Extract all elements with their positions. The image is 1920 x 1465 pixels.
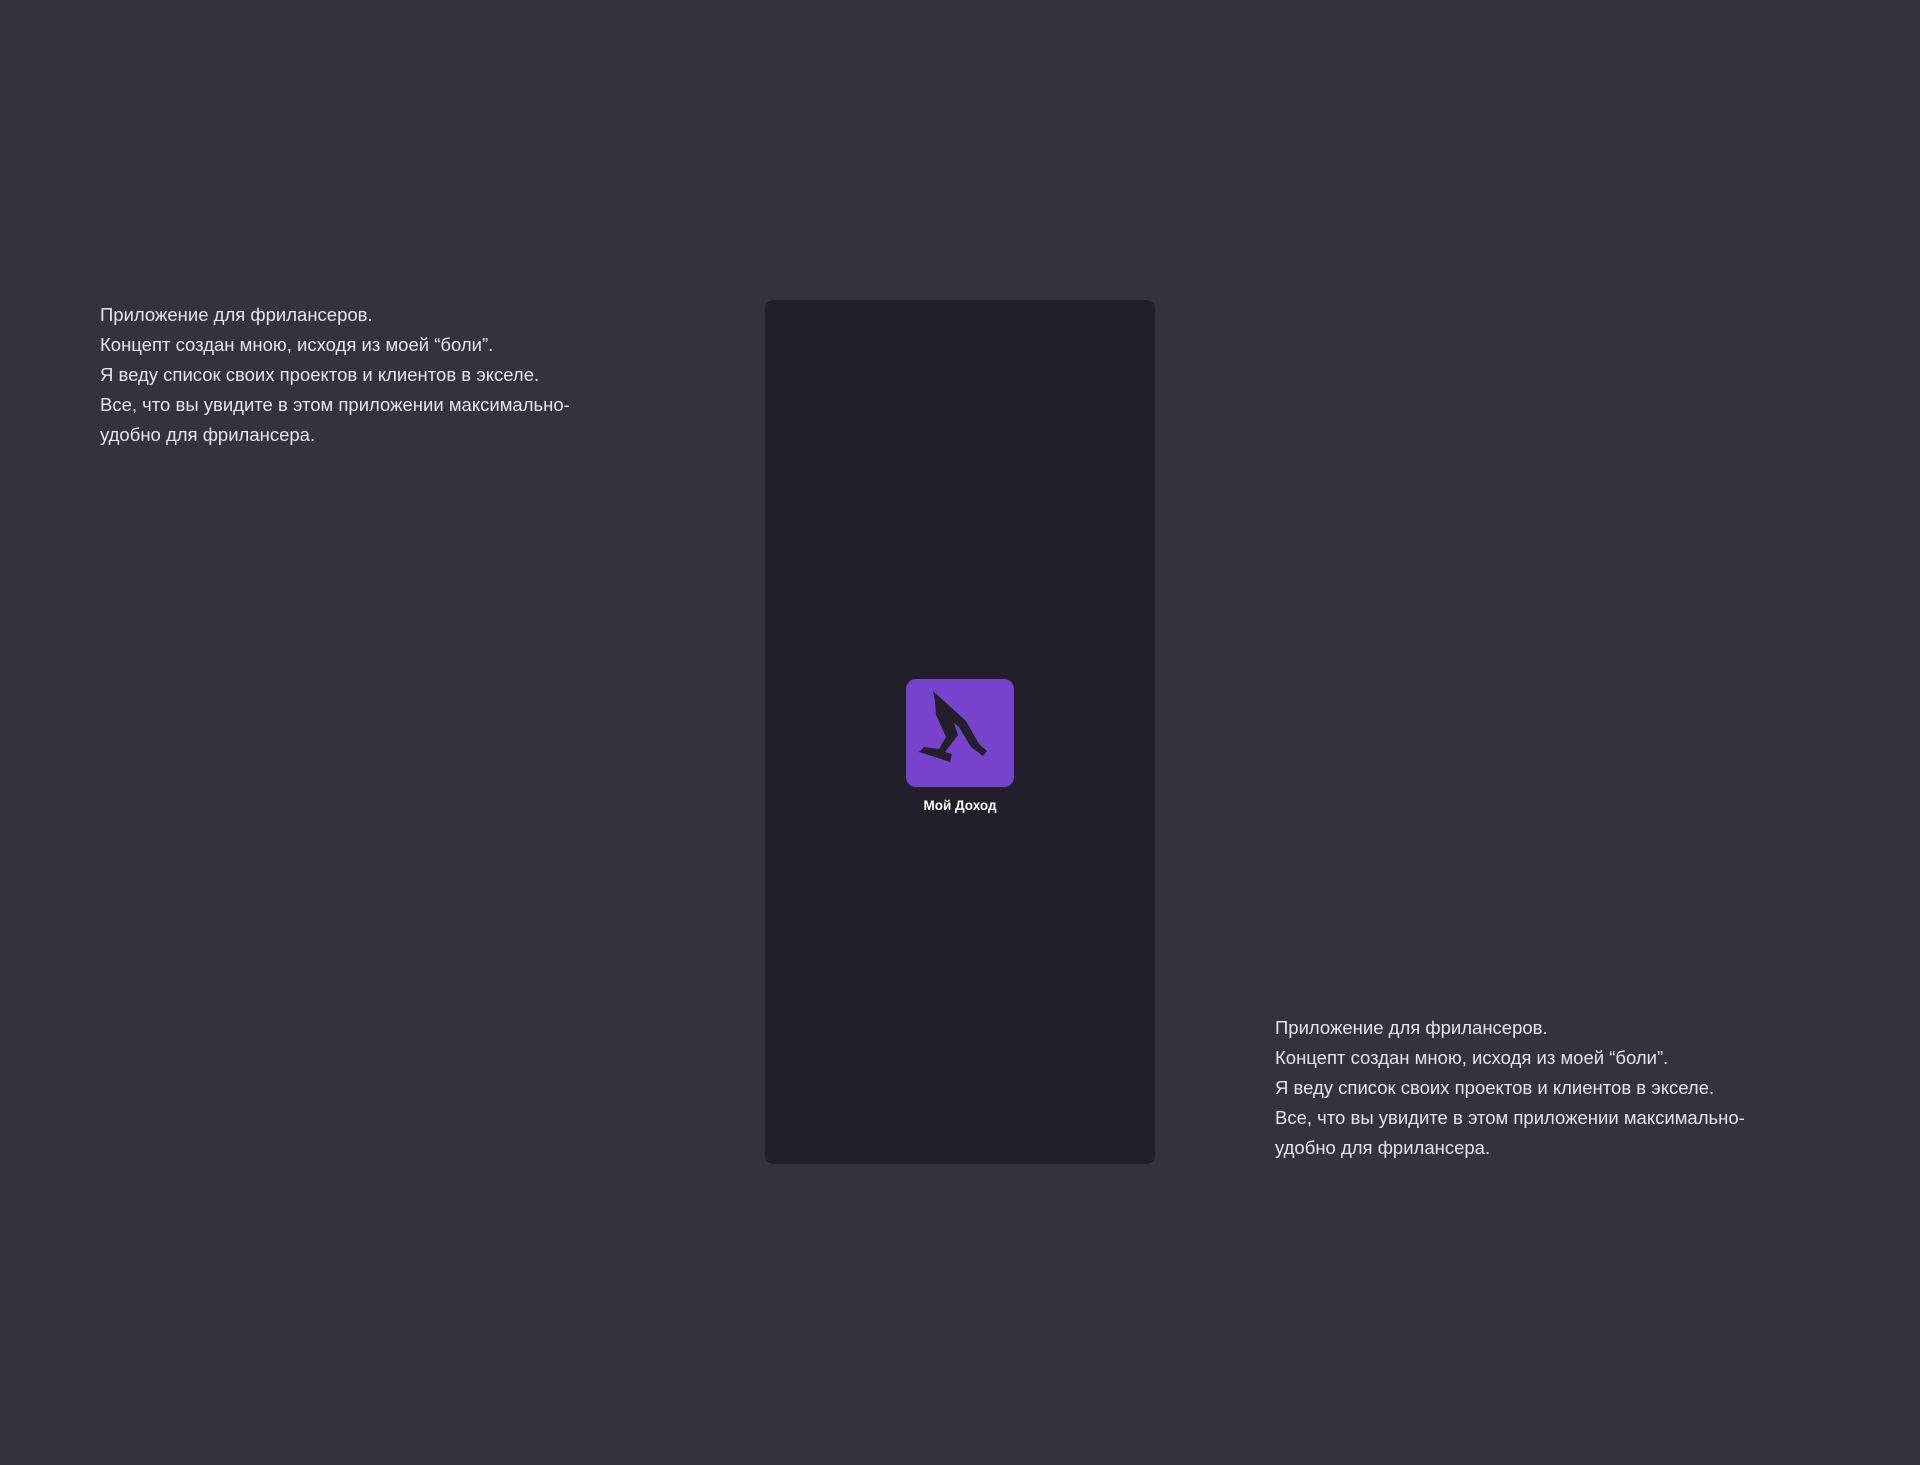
description-line: Концепт создан мною, исходя из моей “бол…: [100, 334, 494, 355]
description-line: Приложение для фрилансеров.: [1275, 1017, 1548, 1038]
description-left: Приложение для фрилансеров. Концепт созд…: [100, 300, 660, 450]
description-right: Приложение для фрилансеров. Концепт созд…: [1275, 1013, 1835, 1163]
description-line: удобно для фрилансера.: [100, 424, 316, 445]
phone-screen: Мой Доход: [765, 300, 1155, 1164]
description-line: Концепт создан мною, исходя из моей “бол…: [1275, 1047, 1669, 1068]
description-line: Все, что вы увидите в этом приложении ма…: [1275, 1107, 1745, 1128]
running-figure-icon[interactable]: [906, 679, 1014, 787]
description-line: Все, что вы увидите в этом приложении ма…: [100, 394, 570, 415]
description-line: Приложение для фрилансеров.: [100, 304, 373, 325]
description-line: Я веду список своих проектов и клиентов …: [100, 364, 540, 385]
app-name-label: Мой Доход: [923, 798, 997, 813]
description-line: Я веду список своих проектов и клиентов …: [1275, 1077, 1715, 1098]
description-line: удобно для фрилансера.: [1275, 1137, 1491, 1158]
